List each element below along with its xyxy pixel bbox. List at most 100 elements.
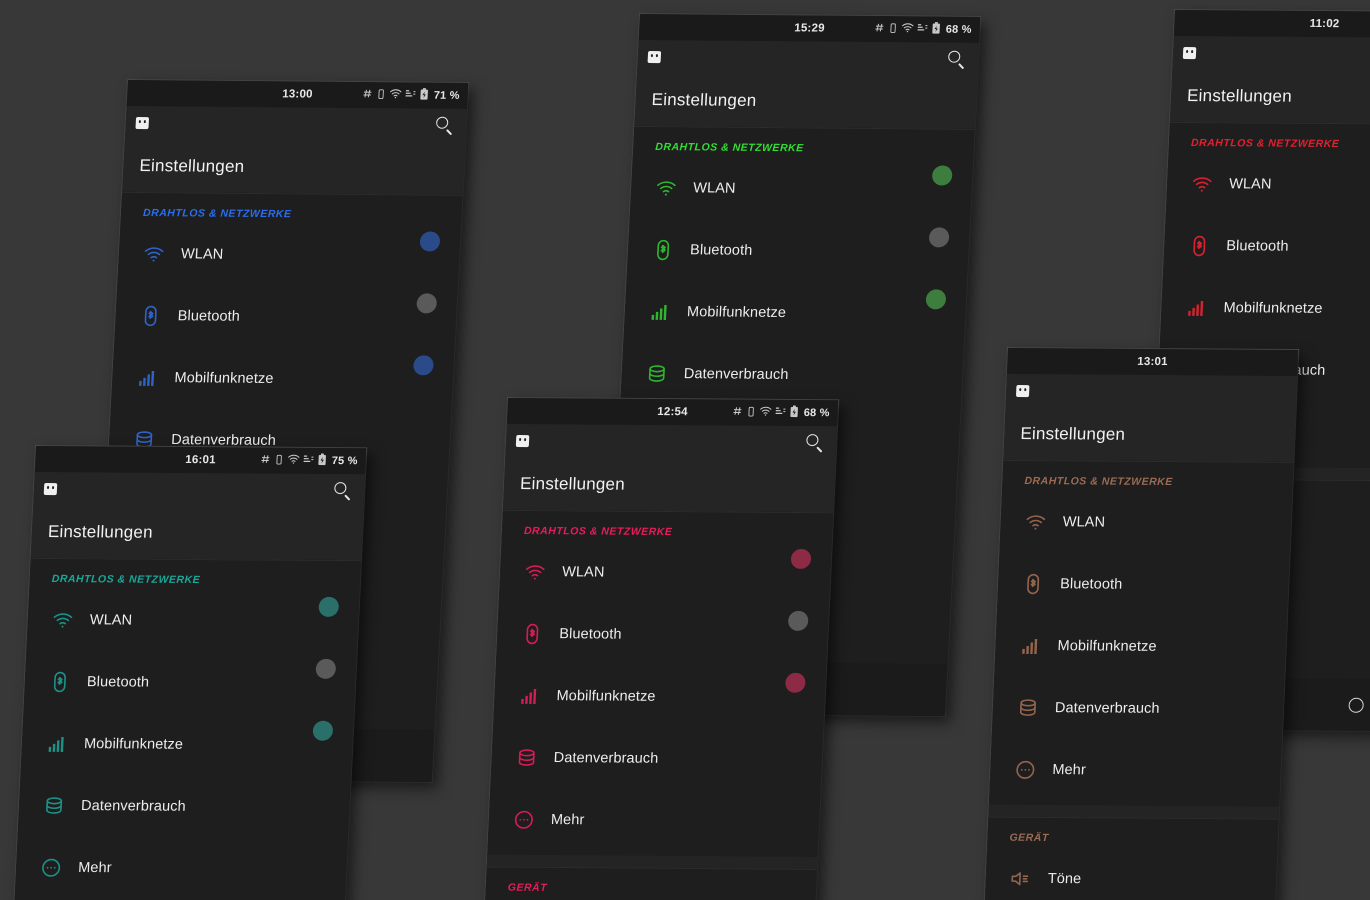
search-icon[interactable] [332, 480, 355, 502]
section-wireless: DRAHTLOS & NETZWERKE WLAN Bluetooth Mobilfu… [14, 557, 361, 900]
signal-icon [775, 406, 786, 420]
status-bar: 11:02 [1173, 10, 1370, 39]
section-header-wireless: DRAHTLOS & NETZWERKE [654, 141, 804, 155]
section-header-wireless: DRAHTLOS & NETZWERKE [523, 525, 673, 539]
settings-row-mehr[interactable]: Mehr [989, 739, 1282, 803]
mehr-icon [510, 807, 537, 833]
mobilfunknetze-icon [1017, 633, 1044, 659]
settings-row-wlan[interactable]: WLAN [499, 541, 832, 605]
wlan-icon [653, 175, 680, 201]
settings-row-label: WLAN [692, 180, 736, 197]
mobilfunknetze-icon [43, 731, 70, 757]
app-logo-icon [647, 51, 662, 64]
settings-row-datenverbrauch[interactable]: Datenverbrauch [490, 727, 823, 791]
battery-charging-icon [419, 88, 429, 104]
settings-row-label: Bluetooth [558, 626, 622, 643]
bluetooth-icon [649, 237, 676, 263]
search-icon[interactable] [946, 49, 969, 71]
mobilfunknetze-icon [134, 365, 161, 391]
settings-row-label: Datenverbrauch [683, 366, 789, 383]
settings-row-wlan[interactable]: WLAN [1166, 153, 1370, 217]
settings-row-label: Datenverbrauch [1054, 700, 1160, 717]
section-header-device: GERÄT [1009, 831, 1050, 844]
mobilfunknetze-icon [646, 299, 673, 325]
status-right: 68 % [732, 405, 830, 422]
hash-icon [260, 454, 271, 468]
wlan-icon [522, 559, 549, 585]
status-bar: 15:29 68 % [638, 14, 981, 43]
wifi-icon [901, 22, 914, 36]
settings-row-bluetooth[interactable]: Bluetooth [997, 553, 1290, 617]
home-icon[interactable] [1348, 697, 1364, 713]
status-bar: 12:54 68 % [506, 398, 839, 427]
bluetooth-icon [1020, 571, 1047, 597]
settings-row-datenverbrauch[interactable]: Datenverbrauch [620, 343, 963, 408]
signal-icon [405, 88, 416, 102]
search-icon[interactable] [804, 432, 827, 454]
section-device: GERÄTTöne [482, 866, 817, 900]
settings-row-label: Mobilfunknetze [556, 688, 656, 705]
page-title: Einstellungen [1169, 69, 1370, 124]
page-title: Einstellungen [634, 73, 978, 129]
vibrate-icon [888, 22, 898, 37]
settings-row-label: Mobilfunknetze [686, 304, 787, 322]
settings-row-mehr[interactable]: Mehr [487, 789, 820, 853]
settings-row-datenverbrauch[interactable]: Datenverbrauch [18, 775, 351, 839]
section-header-wireless: DRAHTLOS & NETZWERKE [1024, 475, 1174, 489]
settings-row-mobilfunknetze[interactable]: Mobilfunknetze [493, 665, 826, 729]
settings-row-label: WLAN [1062, 514, 1106, 531]
hash-icon [732, 406, 743, 420]
settings-row-label: Mobilfunknetze [1057, 638, 1157, 655]
settings-row-label: Mobilfunknetze [174, 370, 274, 387]
status-bar: 13:00 71 % [126, 80, 469, 109]
mobilfunknetze-icon [516, 683, 543, 709]
settings-row-mobilfunknetze[interactable]: Mobilfunknetze [21, 713, 354, 777]
settings-row-wlan[interactable]: WLAN [630, 157, 973, 222]
datenverbrauch-icon [643, 361, 670, 387]
settings-row-mobilfunknetze[interactable]: Mobilfunknetze [994, 615, 1287, 679]
hash-icon [362, 88, 373, 102]
section-header-device: GERÄT [507, 881, 548, 894]
signal-icon [917, 22, 928, 36]
page-title-text: Einstellungen [519, 474, 626, 494]
settings-row-label: Mehr [77, 859, 113, 877]
app-logo-icon [515, 435, 530, 448]
mobilfunknetze-icon [1183, 295, 1210, 321]
bluetooth-icon [519, 621, 546, 647]
settings-row-bluetooth[interactable]: Bluetooth [1163, 215, 1370, 279]
settings-list[interactable]: DRAHTLOS & NETZWERKE WLAN Bluetooth Mobilfu… [7, 557, 361, 900]
settings-row-toene[interactable]: Töne [984, 848, 1277, 900]
settings-row-label: Bluetooth [1225, 238, 1289, 255]
settings-row-wlan[interactable]: WLAN [26, 589, 359, 653]
status-right: 68 % [874, 21, 972, 38]
wifi-icon [759, 406, 772, 420]
settings-row-bluetooth[interactable]: Bluetooth [496, 603, 829, 667]
settings-row-label: Bluetooth [86, 674, 150, 691]
settings-row-label: Bluetooth [177, 308, 241, 325]
settings-row-label: Töne [1047, 870, 1082, 888]
settings-row-bluetooth[interactable]: Bluetooth [114, 285, 458, 350]
page-title: Einstellungen [30, 505, 364, 561]
settings-row-label: Mehr [550, 812, 585, 829]
battery-charging-icon [931, 22, 941, 38]
battery-percent: 75 % [331, 455, 358, 468]
page-title-text: Einstellungen [651, 90, 757, 110]
settings-row-datenverbrauch[interactable]: Datenverbrauch [992, 677, 1285, 741]
settings-row-mobilfunknetze[interactable]: Mobilfunknetze [111, 347, 455, 412]
hash-icon [874, 22, 885, 36]
settings-row-label: Mobilfunknetze [83, 736, 184, 753]
settings-row-mobilfunknetze[interactable]: Mobilfunknetze [1160, 277, 1370, 341]
settings-row-bluetooth[interactable]: Bluetooth [23, 651, 356, 715]
settings-list[interactable]: DRAHTLOS & NETZWERKE WLAN Bluetooth Mobilfu… [982, 459, 1294, 900]
section-wireless: DRAHTLOS & NETZWERKE WLAN Bluetooth Mobilfu… [988, 459, 1294, 807]
settings-row-wlan[interactable]: WLAN [117, 223, 461, 288]
settings-row-mehr[interactable]: Mehr [15, 837, 348, 900]
settings-list[interactable]: DRAHTLOS & NETZWERKE WLAN Bluetooth Mobilfu… [478, 509, 834, 900]
status-clock: 13:01 [1137, 355, 1169, 369]
settings-row-wlan[interactable]: WLAN [999, 491, 1292, 555]
settings-row-bluetooth[interactable]: Bluetooth [626, 219, 969, 284]
battery-percent: 71 % [433, 89, 460, 102]
phone-screen-copper: 13:01 Einstellungen DRAHTLOS & NETZWERKE WL… [982, 348, 1299, 900]
search-icon[interactable] [433, 115, 456, 137]
settings-row-mobilfunknetze[interactable]: Mobilfunknetze [623, 281, 966, 346]
